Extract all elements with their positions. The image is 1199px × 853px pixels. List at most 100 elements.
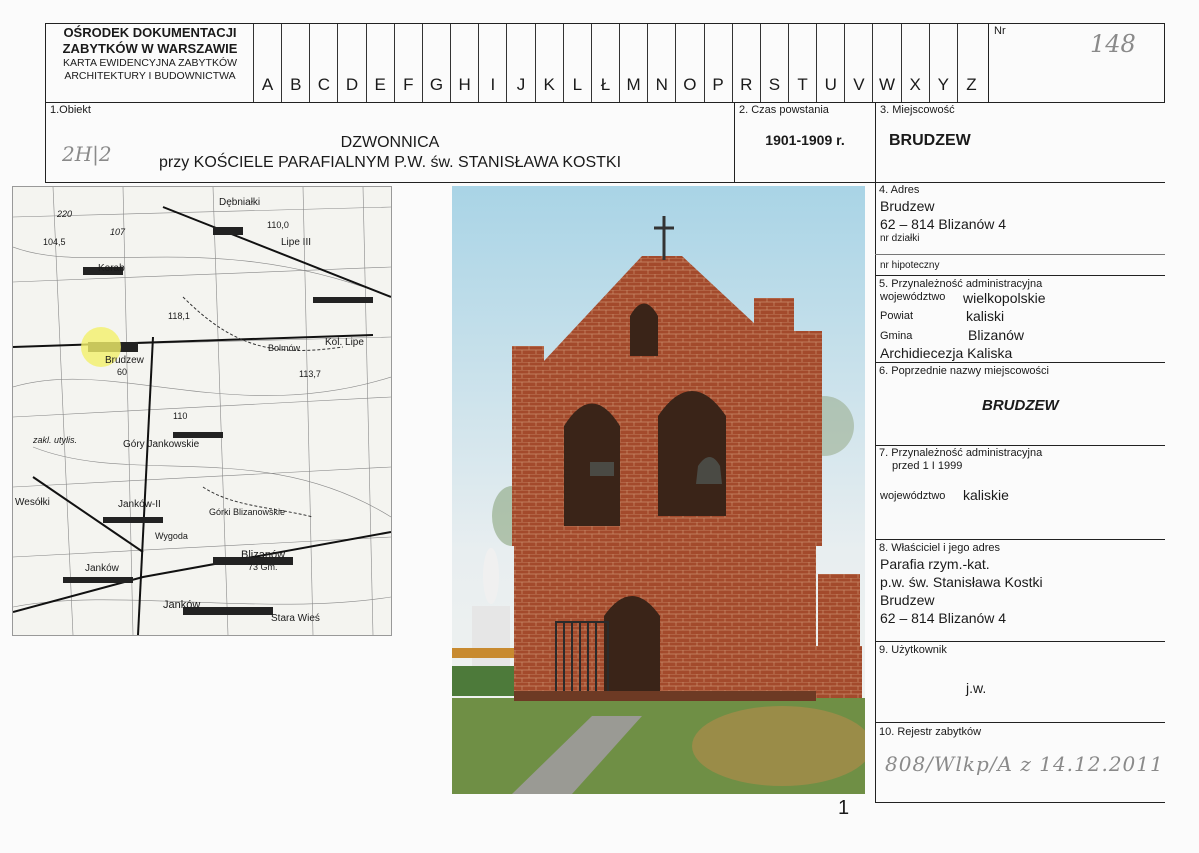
register-bottom-line (875, 802, 1165, 803)
time-value: 1901-1909 r. (765, 132, 845, 148)
owner-bottom-line (875, 641, 1165, 642)
plot-label: nr działki (880, 233, 920, 244)
admin-before-voivodeship-label: województwo (880, 490, 946, 502)
rail-line (13, 531, 391, 613)
address-line2: 62 – 814 Blizanów 4 (880, 216, 1007, 232)
place-label: 3. Miejscowość (880, 104, 955, 116)
header-bottom-line (45, 102, 1165, 103)
prev-names-label: 6. Poprzednie nazwy miejscowości (879, 365, 1049, 377)
user-value: j.w. (966, 680, 987, 696)
letter-index-0: A (253, 24, 281, 102)
letter-index-9: J (506, 24, 534, 102)
letter-index-18: S (759, 24, 788, 102)
letter-index-row: ABCDEFGHIJKLŁMNOPRSTUVWXYZ (253, 24, 985, 102)
object-label: 1.Obiekt (50, 104, 91, 116)
letter-index-5: F (393, 24, 422, 102)
right-column-border (875, 102, 876, 803)
admin-before-voivodeship: kaliskie (963, 487, 1009, 503)
address-bottom-line (875, 275, 1165, 276)
admin-voivodeship: wielkopolskie (963, 290, 1046, 306)
nr-right-border (1164, 23, 1165, 103)
map-label-110: 110 (173, 411, 188, 421)
card-line1: KARTA EWIDENCYJNA ZABYTKÓW (62, 57, 238, 69)
map-label-zakl: zakl. utylis. (33, 435, 78, 445)
map-drawing (13, 187, 391, 635)
user-bottom-line (875, 722, 1165, 723)
object-handwritten-code: 2H|2 (62, 142, 112, 166)
location-map: Dębniałki Lipe III Korab Brudzew Bolmów … (12, 186, 392, 636)
map-label-gorki: Górki Blizanowskie (209, 507, 286, 517)
row1-divider-a (734, 102, 735, 183)
prev-names-bottom-line (875, 445, 1165, 446)
map-label-wygoda: Wygoda (155, 531, 188, 541)
admin-before-sublabel: przed 1 I 1999 (892, 460, 963, 472)
owner-line1: Parafia rzym.-kat. (880, 556, 990, 572)
letter-index-16: P (703, 24, 732, 102)
page-number: 1 (838, 797, 850, 819)
admin-voivodeship-label: województwo (880, 291, 946, 303)
owner-line3: Brudzew (880, 592, 935, 608)
institution-block: OŚRODEK DOKUMENTACJI ZABYTKÓW W WARSZAWI… (48, 25, 252, 83)
map-label-blizanow: Blizanów (241, 549, 286, 561)
place-value: BRUDZEW (889, 132, 971, 149)
letter-index-11: L (562, 24, 591, 102)
address-label: 4. Adres (879, 184, 920, 196)
user-label: 9. Użytkownik (879, 644, 947, 656)
object-name: DZWONNICA przy KOŚCIELE PARAFIALNYM P.W.… (120, 133, 660, 173)
map-label-bolmow: Bolmów (268, 343, 301, 353)
map-label-113: 113,7 (299, 369, 321, 379)
letter-index-22: W (872, 24, 900, 102)
belfry-illustration (452, 186, 865, 794)
letter-index-10: K (534, 24, 563, 102)
institution-line1: OŚRODEK DOKUMENTACJI (63, 25, 237, 40)
map-label-brudzew: Brudzew (105, 355, 144, 366)
owner-line2: p.w. św. Stanisława Kostki (880, 574, 1043, 590)
map-label-jankow-west: Janków (85, 563, 119, 574)
admin-county: kaliski (966, 308, 1005, 324)
map-label-110-0: 110,0 (267, 220, 289, 230)
letter-index-12: Ł (590, 24, 619, 102)
admin-bottom-line (875, 362, 1165, 363)
map-label-60: 60 (117, 367, 128, 377)
admin-before-bottom-line (875, 539, 1165, 540)
letter-index-23: X (900, 24, 929, 102)
register-label: 10. Rejestr zabytków (879, 726, 982, 738)
nr-label: Nr (994, 25, 1006, 37)
prev-names-value: BRUDZEW (982, 397, 1059, 414)
time-label: 2. Czas powstania (739, 104, 829, 116)
letter-index-3: D (337, 24, 365, 102)
map-label-104: 104,5 (43, 237, 66, 247)
plot-line (875, 254, 1165, 255)
object-name-line2: przy KOŚCIELE PARAFIALNYM P.W. św. STANI… (158, 154, 622, 171)
owner-line4: 62 – 814 Blizanów 4 (880, 610, 1007, 626)
letter-index-7: H (450, 24, 478, 102)
object-name-line1: DZWONNICA (340, 134, 440, 151)
diagonal-road (32, 476, 144, 553)
map-label-gory-jankowskie: Góry Jankowskie (123, 439, 200, 450)
letter-index-4: E (365, 24, 394, 102)
owner-label: 8. Właściciel i jego adres (879, 542, 1001, 554)
letter-index-6: G (421, 24, 450, 102)
admin-county-label: Powiat (880, 310, 914, 322)
letter-index-14: N (647, 24, 675, 102)
letter-index-2: C (309, 24, 337, 102)
nr-divider (988, 23, 989, 103)
mortgage-label: nr hipoteczny (880, 260, 940, 271)
admin-commune-label: Gmina (880, 330, 913, 342)
letter-index-19: T (787, 24, 816, 102)
map-label-118: 118,1 (168, 311, 190, 321)
card-line2: ARCHITEKTURY I BUDOWNICTWA (64, 70, 236, 82)
map-label-107: 107 (110, 227, 126, 237)
letter-index-15: O (675, 24, 703, 102)
map-label-jankow: Janków (163, 599, 201, 611)
letter-index-17: R (731, 24, 760, 102)
letter-index-8: I (478, 24, 506, 102)
map-label-kol-lipe: Kol. Lipe (325, 337, 364, 348)
letter-index-24: Y (928, 24, 957, 102)
map-label-stara-wies: Stara Wieś (271, 613, 320, 624)
institution-line2: ZABYTKÓW W WARSZAWIE (62, 41, 238, 56)
admin-before-label: 7. Przynależność administracyjna (879, 447, 1043, 459)
map-label-lipe3: Lipe III (281, 237, 312, 248)
admin-archdiocese: Archidiecezja Kaliska (880, 345, 1013, 361)
admin-commune: Blizanów (968, 327, 1025, 343)
